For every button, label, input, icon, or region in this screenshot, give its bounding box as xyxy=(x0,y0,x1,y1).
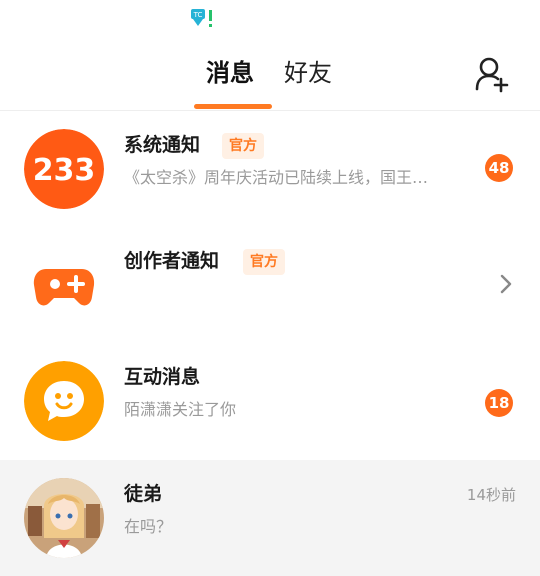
status-bar: TC xyxy=(0,0,540,36)
add-friend-icon[interactable] xyxy=(472,54,512,94)
unread-badge: 18 xyxy=(485,389,513,417)
message-preview: 陌潇潇关注了你 xyxy=(124,400,237,419)
app-logo-text: 233 xyxy=(33,153,96,188)
tab-friends[interactable]: 好友 xyxy=(284,56,332,90)
notification-download-icon: TC xyxy=(191,9,212,27)
chevron-right-icon xyxy=(500,274,512,294)
message-preview: 《太空杀》周年庆活动已陆续上线，国王… xyxy=(124,168,429,187)
message-item-system-notice[interactable]: 233 系统通知 官方 《太空杀》周年庆活动已陆续上线，国王… 48 xyxy=(0,111,540,227)
header: 消息 好友 xyxy=(0,36,540,111)
unread-badge: 48 xyxy=(485,154,513,182)
message-item-creator-notice[interactable]: 创作者通知 官方 xyxy=(0,227,540,343)
official-tag: 官方 xyxy=(243,249,285,275)
message-title: 互动消息 xyxy=(124,366,201,388)
message-item-interactions[interactable]: 互动消息 陌潇潇关注了你 18 xyxy=(0,343,540,459)
message-time: 14秒前 xyxy=(466,486,516,504)
user-avatar-photo xyxy=(24,478,104,558)
tab-messages[interactable]: 消息 xyxy=(206,56,254,90)
message-title: 创作者通知 xyxy=(124,250,220,272)
official-tag: 官方 xyxy=(222,133,264,159)
svg-text:TC: TC xyxy=(193,11,203,19)
message-title: 徒弟 xyxy=(124,483,163,505)
gamepad-icon xyxy=(33,269,95,306)
message-title: 系统通知 xyxy=(124,134,201,156)
message-item-chat[interactable]: 徒弟 14秒前 在吗？ xyxy=(0,460,540,576)
active-tab-indicator xyxy=(194,104,272,109)
app-logo-icon: 233 xyxy=(24,129,104,209)
chat-bubble-icon xyxy=(24,361,104,441)
message-preview: 在吗？ xyxy=(124,517,173,536)
